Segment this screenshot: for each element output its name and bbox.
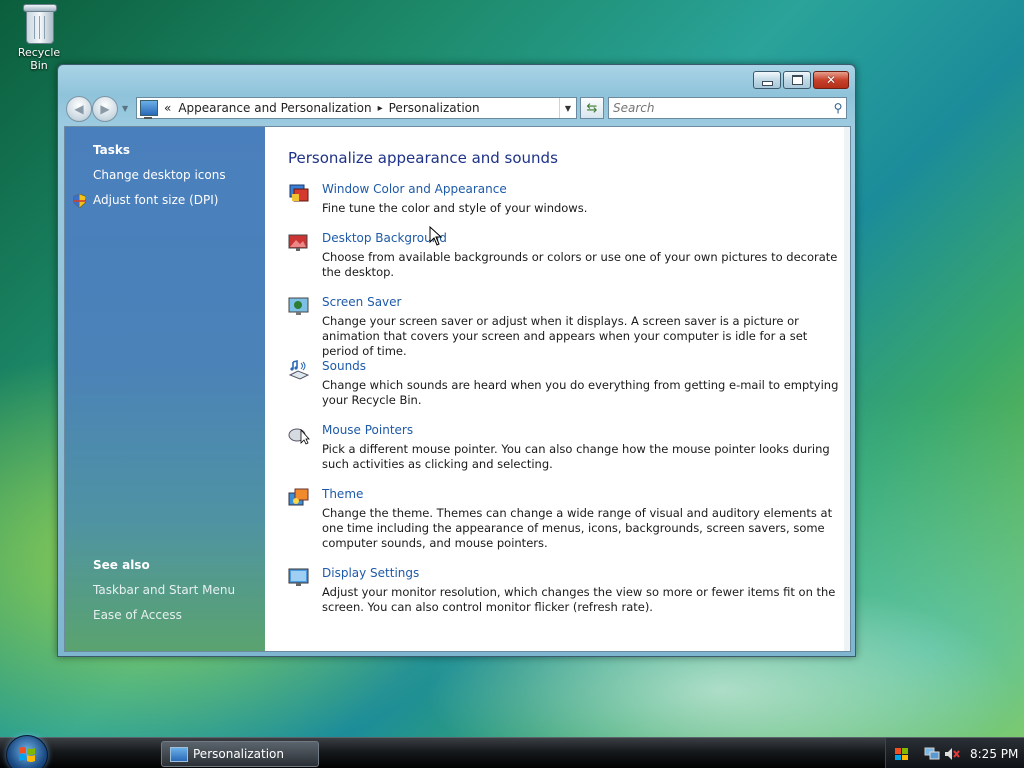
adjust-font-size-link[interactable]: Adjust font size (DPI)	[93, 193, 218, 207]
task-pane: Tasks Change desktop icons Adjust font s…	[65, 127, 265, 651]
breadcrumb-appearance-personalization[interactable]: Appearance and Personalization	[178, 101, 371, 115]
refresh-icon: ⇆	[586, 100, 598, 116]
display-settings-link[interactable]: Display Settings	[322, 566, 419, 580]
sounds-icon	[288, 359, 310, 380]
page-heading: Personalize appearance and sounds	[288, 149, 558, 167]
taskbar-button-personalization[interactable]: Personalization	[161, 741, 319, 767]
breadcrumb-personalization[interactable]: Personalization	[389, 101, 480, 115]
breadcrumb-overflow[interactable]: «	[164, 101, 171, 115]
clock[interactable]: 8:25 PM	[970, 747, 1018, 761]
taskbar-button-label: Personalization	[193, 747, 284, 761]
scrollbar-track[interactable]	[844, 127, 850, 651]
screen-saver-description: Change your screen saver or adjust when …	[322, 314, 808, 358]
control-panel-icon	[170, 746, 188, 762]
windows-logo-icon	[19, 747, 35, 762]
screen-saver-icon	[288, 297, 309, 315]
close-icon: ✕	[825, 73, 837, 87]
address-dropdown-icon[interactable]: ▼	[559, 98, 576, 118]
notification-area: 8:25 PM	[885, 738, 1024, 768]
sounds-description: Change which sounds are heard when you d…	[322, 378, 839, 407]
taskbar: Personalization 8:25 PM	[0, 735, 1024, 768]
mouse-pointers-link[interactable]: Mouse Pointers	[322, 423, 413, 437]
close-button[interactable]: ✕	[813, 71, 849, 89]
window-color-link[interactable]: Window Color and Appearance	[322, 182, 507, 196]
network-icon[interactable]	[924, 747, 940, 761]
sounds-link[interactable]: Sounds	[322, 359, 366, 373]
taskbar-start-menu-link[interactable]: Taskbar and Start Menu	[93, 583, 235, 597]
control-panel-icon	[140, 100, 158, 119]
address-bar[interactable]: « Appearance and Personalization ▸ Perso…	[136, 97, 577, 119]
tasks-heading: Tasks	[93, 143, 131, 157]
forward-arrow-icon: ▶	[100, 102, 110, 116]
search-input[interactable]	[609, 100, 830, 116]
personalization-window: ✕ ◀ ▶ ▼ « Appearance and Personalization…	[57, 64, 856, 657]
mouse-pointers-description: Pick a different mouse pointer. You can …	[322, 442, 830, 471]
recycle-bin-desktop-icon[interactable]: Recycle Bin	[8, 2, 70, 72]
uac-shield-icon	[73, 194, 86, 208]
windows-security-alert-icon[interactable]	[894, 747, 910, 761]
forward-button[interactable]: ▶	[92, 96, 118, 122]
search-box[interactable]: ⚲	[608, 97, 847, 119]
theme-link[interactable]: Theme	[322, 487, 363, 501]
recent-pages-dropdown[interactable]: ▼	[122, 104, 128, 113]
display-settings-description: Adjust your monitor resolution, which ch…	[322, 585, 836, 614]
recycle-bin-label: Recycle Bin	[17, 46, 61, 72]
window-color-icon	[289, 184, 309, 202]
desktop-background-icon	[288, 234, 308, 251]
navigation-buttons: ◀ ▶ ▼	[66, 96, 130, 122]
search-icon[interactable]: ⚲	[830, 101, 846, 115]
mouse-pointers-icon	[288, 428, 310, 445]
see-also-heading: See also	[93, 558, 150, 572]
ease-of-access-link[interactable]: Ease of Access	[93, 608, 182, 622]
caption-buttons: ✕	[751, 71, 849, 89]
volume-muted-icon[interactable]	[944, 747, 960, 761]
change-desktop-icons-link[interactable]: Change desktop icons	[93, 168, 226, 182]
content-area: Tasks Change desktop icons Adjust font s…	[64, 126, 851, 652]
back-arrow-icon: ◀	[74, 102, 84, 116]
window-color-description: Fine tune the color and style of your wi…	[322, 201, 588, 215]
breadcrumb-separator[interactable]: ▸	[378, 103, 383, 114]
desktop-background-description: Choose from available backgrounds or col…	[322, 250, 838, 279]
refresh-button[interactable]: ⇆	[580, 97, 604, 119]
display-settings-icon	[288, 568, 309, 586]
screen-saver-link[interactable]: Screen Saver	[322, 295, 401, 309]
back-button[interactable]: ◀	[66, 96, 92, 122]
maximize-button[interactable]	[783, 71, 811, 89]
minimize-button[interactable]	[753, 71, 781, 89]
theme-icon	[288, 488, 309, 506]
mouse-cursor-icon	[429, 226, 443, 246]
start-button[interactable]	[6, 735, 48, 768]
recycle-bin-icon	[22, 2, 57, 44]
theme-description: Change the theme. Themes can change a wi…	[322, 506, 833, 550]
